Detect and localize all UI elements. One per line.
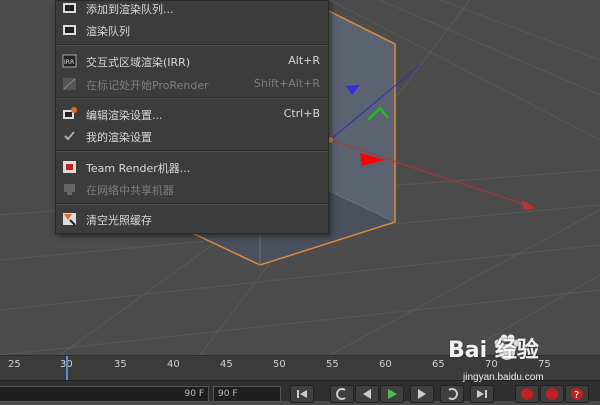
menu-item-render-queue[interactable]: 渲染队列 xyxy=(56,20,328,40)
timeline-tick-label: 45 xyxy=(220,359,233,370)
irr-icon: IRR xyxy=(62,54,77,68)
play-backward-button[interactable] xyxy=(355,385,379,403)
timeline-tick-label: 25 xyxy=(8,359,21,370)
menu-item-edit-render-settings[interactable]: 编辑渲染设置... Ctrl+B xyxy=(56,104,328,124)
frame-field-value: 90 F xyxy=(184,389,205,399)
timeline-tick-label: 35 xyxy=(114,359,127,370)
render-menu: 添加到渲染队列... 渲染队列 IRR 交互式区域渲染(IRR) Alt+R 在… xyxy=(55,0,329,234)
timeline-tick-label: 75 xyxy=(538,359,551,370)
menu-item-label: 在网络中共享机器 xyxy=(86,184,174,197)
menu-item-add-to-render-queue[interactable]: 添加到渲染队列... xyxy=(56,0,328,18)
timeline-tick-label: 50 xyxy=(273,359,286,370)
svg-text:IRR: IRR xyxy=(64,59,74,66)
menu-item-label: 清空光照缓存 xyxy=(86,214,152,227)
menu-item-team-render-machines[interactable]: Team Render机器... xyxy=(56,157,328,177)
timeline-tick-label: 65 xyxy=(432,359,445,370)
menu-separator xyxy=(56,203,328,205)
menu-item-label: 在标记处开始ProRender xyxy=(86,79,209,92)
x-axis-arrow-icon xyxy=(522,200,535,210)
render-queue-add-icon xyxy=(63,3,76,13)
timeline-tick-label: 55 xyxy=(326,359,339,370)
transport-bar: 90 F 90 F ? xyxy=(0,380,600,403)
watermark-brand: Bai 经验 xyxy=(448,338,539,363)
baidu-jingyan-watermark: Bai 经验 jingyan.baidu.com xyxy=(448,332,544,383)
go-to-start-button[interactable] xyxy=(290,385,314,403)
next-frame-button[interactable] xyxy=(410,385,434,403)
menu-item-label: 我的渲染设置 xyxy=(86,131,152,144)
menu-item-label: 添加到渲染队列... xyxy=(86,3,174,16)
menu-item-label: Team Render机器... xyxy=(86,162,191,175)
menu-item-start-prorender: 在标记处开始ProRender Shift+Alt+R xyxy=(56,74,328,94)
next-key-button[interactable] xyxy=(440,385,464,403)
prorender-icon xyxy=(63,78,76,90)
menu-item-shortcut: Ctrl+B xyxy=(283,107,320,120)
menu-item-share-machine: 在网络中共享机器 xyxy=(56,179,328,199)
timeline-playhead[interactable] xyxy=(66,356,68,381)
prev-key-button[interactable] xyxy=(330,385,354,403)
menu-item-shortcut: Alt+R xyxy=(288,54,320,67)
menu-item-label: 渲染队列 xyxy=(86,25,130,38)
play-button[interactable] xyxy=(380,385,404,403)
share-machine-icon xyxy=(64,184,75,195)
timeline-tick-label: 60 xyxy=(379,359,392,370)
record-rotation-button[interactable] xyxy=(540,385,564,403)
menu-separator xyxy=(56,97,328,99)
record-help-button[interactable]: ? xyxy=(565,385,589,403)
menu-item-shortcut: Shift+Alt+R xyxy=(254,77,320,90)
checkmark-icon xyxy=(64,131,75,141)
render-queue-icon xyxy=(63,25,76,35)
go-to-end-button[interactable] xyxy=(470,385,494,403)
menu-item-label: 编辑渲染设置... xyxy=(86,109,163,122)
clear-cache-icon xyxy=(63,213,76,226)
svg-text:?: ? xyxy=(574,390,579,401)
menu-item-clear-light-cache[interactable]: 清空光照缓存 xyxy=(56,209,328,229)
watermark-url: jingyan.baidu.com xyxy=(463,372,544,383)
menu-item-my-render-settings[interactable]: 我的渲染设置 xyxy=(56,126,328,146)
timeline-tick-label: 40 xyxy=(167,359,180,370)
team-render-icon xyxy=(63,161,76,173)
render-settings-icon xyxy=(63,107,77,119)
menu-separator xyxy=(56,150,328,152)
menu-item-label: 交互式区域渲染(IRR) xyxy=(86,56,191,69)
frame-field-value: 90 F xyxy=(218,389,238,399)
menu-separator xyxy=(56,44,328,46)
menu-item-interactive-region-render[interactable]: IRR 交互式区域渲染(IRR) Alt+R xyxy=(56,51,328,71)
record-position-button[interactable] xyxy=(515,385,539,403)
